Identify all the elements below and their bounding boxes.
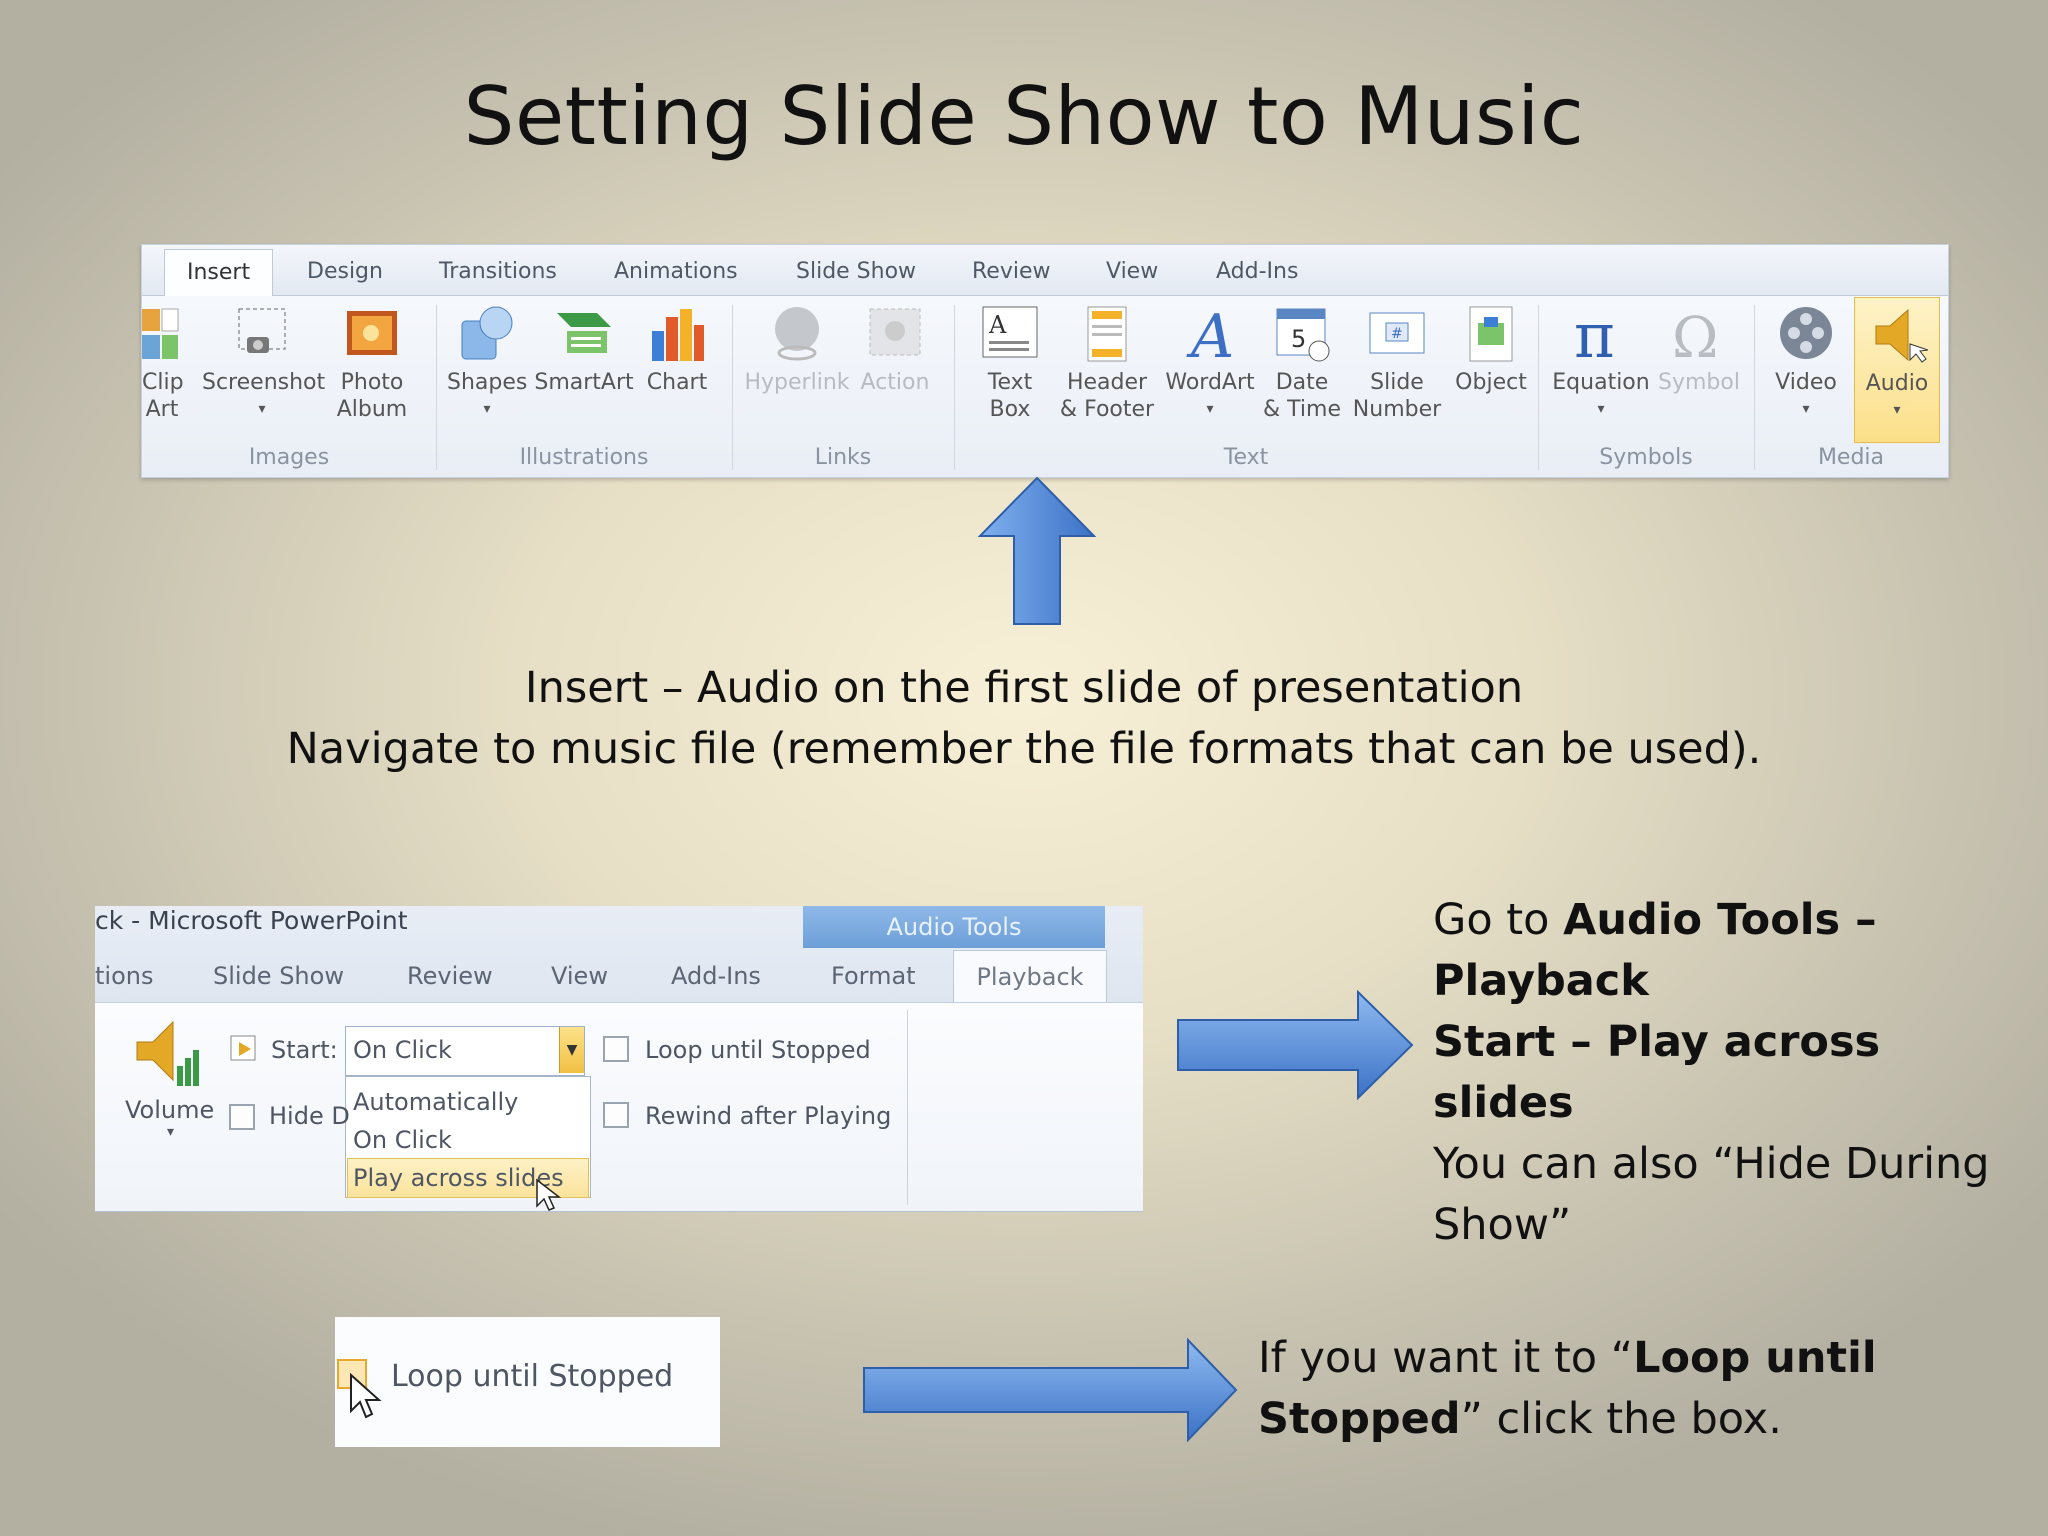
slide-number-button[interactable]: # Slide Number bbox=[1347, 303, 1447, 423]
option-on-click[interactable]: On Click bbox=[353, 1126, 452, 1154]
text-box-icon: A bbox=[979, 303, 1041, 365]
smartart-button[interactable]: SmartArt bbox=[534, 303, 634, 396]
speaker-icon bbox=[1866, 304, 1929, 366]
chart-icon bbox=[646, 303, 708, 365]
hyperlink-icon bbox=[766, 303, 828, 365]
loop-label: Loop until Stopped bbox=[645, 1036, 871, 1064]
shapes-button[interactable]: Shapes ▾ bbox=[447, 303, 527, 423]
ribbon-tab-bar: Insert Design Transitions Animations Sli… bbox=[142, 245, 1948, 296]
rewind-label: Rewind after Playing bbox=[645, 1102, 892, 1130]
group-images-label: Images bbox=[248, 445, 330, 470]
audio-tools-contextual-label: Audio Tools bbox=[803, 906, 1105, 948]
volume-label[interactable]: Volume bbox=[125, 1096, 214, 1124]
smartart-icon bbox=[553, 303, 615, 365]
tab-playback[interactable]: Playback bbox=[953, 950, 1107, 1003]
right-arrow-icon bbox=[1176, 990, 1416, 1100]
shapes-icon bbox=[456, 303, 518, 365]
loop-label: Loop until Stopped bbox=[391, 1359, 674, 1394]
tab-animations[interactable]: Animations bbox=[614, 259, 738, 284]
tab-review[interactable]: Review bbox=[972, 259, 1051, 284]
insert-ribbon-screenshot: Insert Design Transitions Animations Sli… bbox=[141, 244, 1949, 478]
hide-label: Hide D bbox=[269, 1102, 350, 1130]
header-footer-icon bbox=[1076, 303, 1138, 365]
svg-text:#: # bbox=[1391, 326, 1403, 342]
object-button[interactable]: Object bbox=[1450, 303, 1532, 396]
loop-until-stopped-checkbox[interactable] bbox=[603, 1036, 629, 1062]
group-links-label: Links bbox=[814, 445, 872, 470]
tab-format[interactable]: Format bbox=[831, 962, 916, 990]
tab-view[interactable]: View bbox=[551, 962, 608, 990]
tab-slide-show[interactable]: Slide Show bbox=[213, 962, 344, 990]
symbol-button[interactable]: Ω Symbol bbox=[1658, 303, 1740, 396]
photo-album-icon bbox=[341, 303, 403, 365]
chart-button[interactable]: Chart bbox=[642, 303, 712, 396]
group-media-label: Media bbox=[1817, 445, 1885, 470]
loop-until-stopped-screenshot: Loop until Stopped bbox=[335, 1317, 720, 1447]
audio-button[interactable]: Audio ▾ bbox=[1854, 297, 1940, 443]
screenshot-icon bbox=[231, 303, 293, 365]
volume-icon bbox=[129, 1014, 199, 1098]
right-arrow-icon bbox=[862, 1338, 1240, 1442]
svg-text:A: A bbox=[1186, 303, 1234, 365]
action-button[interactable]: Action bbox=[857, 303, 933, 396]
audio-tools-instructions: Go to Audio Tools – Playback Start – Pla… bbox=[1433, 895, 1990, 1250]
tab-design[interactable]: Design bbox=[307, 259, 383, 284]
screenshot-button[interactable]: Screenshot ▾ bbox=[202, 303, 325, 423]
tab-animations-partial[interactable]: tions bbox=[95, 962, 153, 990]
film-reel-icon bbox=[1775, 303, 1837, 365]
group-illustrations-label: Illustrations bbox=[519, 445, 649, 470]
start-label: Start: bbox=[271, 1036, 338, 1064]
slide-number-icon: # bbox=[1366, 303, 1428, 365]
instruction-text: Insert – Audio on the first slide of pre… bbox=[286, 663, 1762, 774]
playback-ribbon-screenshot: ck - Microsoft PowerPoint Audio Tools ti… bbox=[95, 906, 1143, 1212]
svg-text:A: A bbox=[988, 311, 1007, 339]
calendar-icon: 5 bbox=[1271, 303, 1333, 365]
mouse-cursor-icon bbox=[535, 1178, 565, 1211]
svg-text:Ω: Ω bbox=[1672, 306, 1718, 365]
video-button[interactable]: Video ▾ bbox=[1766, 303, 1846, 423]
text-box-button[interactable]: A Text Box bbox=[968, 303, 1052, 423]
pi-icon: π bbox=[1570, 299, 1632, 372]
start-dropdown-button[interactable]: ▼ bbox=[559, 1027, 584, 1073]
hyperlink-button[interactable]: Hyperlink bbox=[744, 303, 850, 396]
photo-album-button[interactable]: Photo Album bbox=[332, 303, 412, 423]
equation-button[interactable]: π Equation ▾ bbox=[1546, 299, 1656, 423]
clip-art-icon bbox=[142, 303, 182, 365]
hide-during-show-checkbox[interactable] bbox=[229, 1104, 255, 1130]
date-time-button[interactable]: 5 Date & Time bbox=[1262, 303, 1342, 423]
tab-slide-show[interactable]: Slide Show bbox=[796, 259, 916, 284]
window-title: ck - Microsoft PowerPoint bbox=[95, 906, 408, 935]
wordart-button[interactable]: A WordArt ▾ bbox=[1162, 302, 1258, 423]
loop-instructions: If you want it to “Loop until Stopped” c… bbox=[1258, 1333, 1877, 1444]
up-arrow-icon bbox=[978, 476, 1096, 626]
tab-review[interactable]: Review bbox=[407, 962, 493, 990]
chevron-down-icon: ▼ bbox=[566, 1042, 578, 1058]
svg-text:5: 5 bbox=[1291, 325, 1306, 353]
wordart-icon: A bbox=[1179, 302, 1241, 372]
tab-transitions[interactable]: Transitions bbox=[439, 259, 557, 284]
mouse-cursor-icon bbox=[349, 1372, 383, 1425]
object-icon bbox=[1460, 303, 1522, 365]
option-automatically[interactable]: Automatically bbox=[353, 1088, 518, 1116]
tab-add-ins[interactable]: Add-Ins bbox=[1216, 259, 1298, 284]
group-text-label: Text bbox=[1223, 445, 1269, 470]
start-select-value: On Click bbox=[353, 1036, 452, 1064]
group-symbols-label: Symbols bbox=[1599, 445, 1693, 470]
slide-title: Setting Slide Show to Music bbox=[463, 70, 1585, 163]
header-footer-button[interactable]: Header & Footer bbox=[1057, 303, 1157, 423]
rewind-after-playing-checkbox[interactable] bbox=[603, 1102, 629, 1128]
tab-view[interactable]: View bbox=[1106, 259, 1158, 284]
action-icon bbox=[864, 303, 926, 365]
omega-icon: Ω bbox=[1668, 303, 1730, 371]
tab-add-ins[interactable]: Add-Ins bbox=[671, 962, 761, 990]
tab-insert[interactable]: Insert bbox=[164, 249, 274, 296]
clip-art-button[interactable]: Clip Art bbox=[142, 303, 184, 423]
option-play-across-slides[interactable]: Play across slides bbox=[353, 1164, 564, 1192]
svg-text:π: π bbox=[1574, 303, 1615, 365]
start-icon bbox=[229, 1034, 259, 1068]
